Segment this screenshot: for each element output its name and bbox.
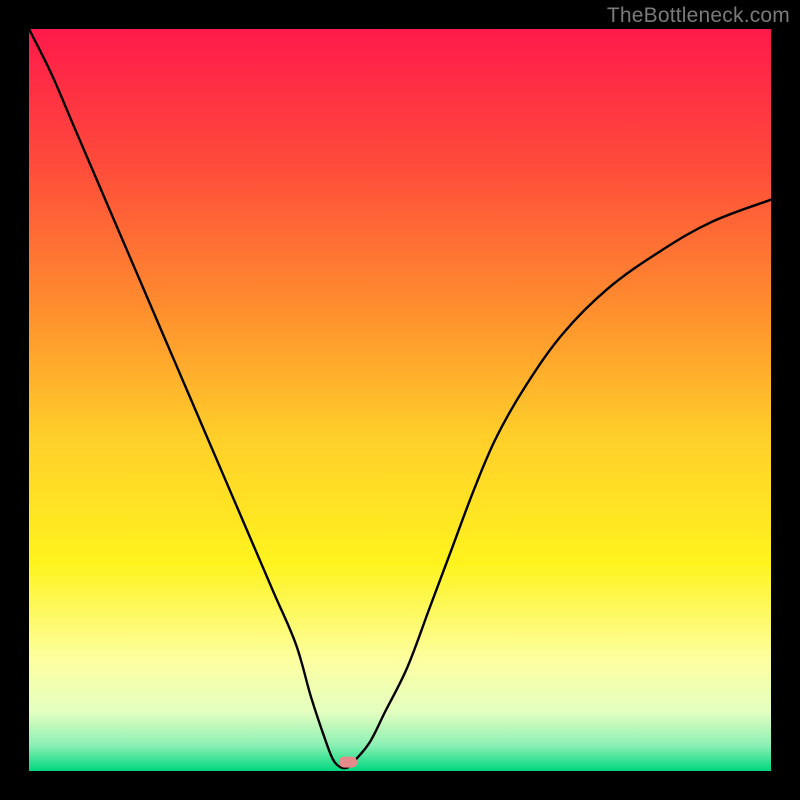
chart-frame: TheBottleneck.com (0, 0, 800, 800)
plot-area (29, 29, 771, 771)
bottleneck-chart (29, 29, 771, 771)
optimal-point-marker (339, 757, 357, 768)
watermark-label: TheBottleneck.com (607, 4, 790, 28)
gradient-background (29, 29, 771, 771)
